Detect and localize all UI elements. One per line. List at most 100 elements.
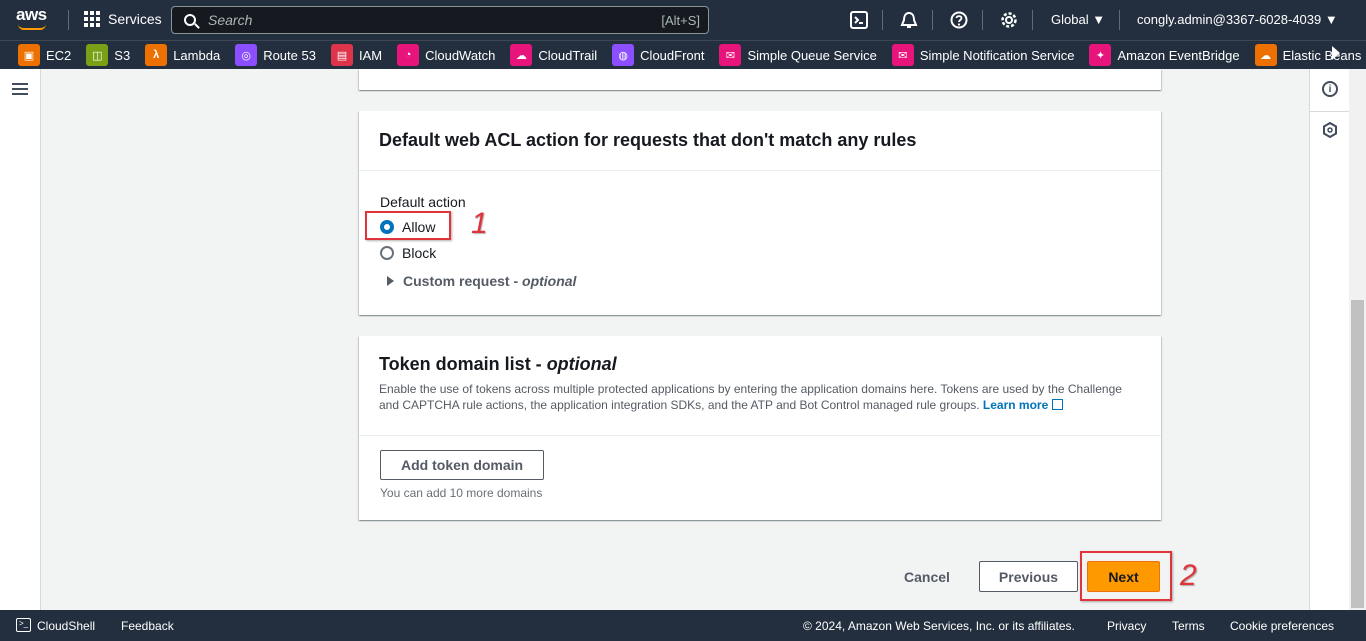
aws-smile-icon [18,24,46,30]
nav-divider [982,10,983,30]
cookie-preferences-link[interactable]: Cookie preferences [1230,619,1334,633]
caret-right-icon [387,276,394,286]
account-menu[interactable]: congly.admin@3367-6028-4039 ▼ [1137,12,1338,27]
terms-link[interactable]: Terms [1172,619,1205,633]
annotation-number-1: 1 [471,207,488,240]
service-icon: ▤ [330,44,353,66]
panel-header: Default web ACL action for requests that… [359,111,1161,171]
right-rail: i [1309,69,1350,610]
favorite-label: S3 [114,47,131,63]
annotation-box-next [1080,551,1172,601]
cloudshell-link[interactable]: CloudShell [37,619,95,633]
annotation-box-allow [365,211,451,240]
favorite-cloudfront[interactable]: ◍ CloudFront [612,44,704,66]
favorite-s3[interactable]: ◫ S3 [86,44,130,66]
aws-logo[interactable]: aws [16,6,52,34]
search-shortcut-hint: [Alt+S] [661,12,700,28]
services-menu-button[interactable]: Services [84,11,162,27]
service-icon: ☁ [510,44,533,66]
annotation-number-2: 2 [1180,559,1197,592]
expander-optional: optional [522,273,577,289]
favorite-label: Simple Queue Service [747,47,877,63]
gear-icon[interactable] [1000,11,1018,29]
aws-logo-text: aws [16,5,47,24]
token-domain-panel: Token domain list - optional Enable the … [359,336,1161,520]
learn-more-link[interactable]: Learn more [983,398,1064,412]
favorite-iam[interactable]: ▤ IAM [330,44,383,66]
panel-header: Token domain list - optional Enable the … [359,336,1161,436]
cancel-button[interactable]: Cancel [891,561,963,592]
favorite-cloudtrail[interactable]: ☁ CloudTrail [510,44,597,66]
favorite-label: CloudWatch [425,47,496,63]
service-icon: ✉ [891,44,914,66]
service-icon: ☁ [1254,44,1277,66]
favorite-route-53[interactable]: ◎ Route 53 [235,44,316,66]
panel-description: Enable the use of tokens across multiple… [379,382,1122,412]
chevron-right-icon[interactable] [1332,46,1340,60]
service-icon: ◍ [612,44,635,66]
favorite-label: CloudTrail [538,47,598,63]
favorite-label: Lambda [173,47,221,63]
search-bar[interactable]: [Alt+S] [171,6,709,34]
region-selector[interactable]: Global ▼ [1051,12,1105,27]
help-icon[interactable] [950,11,968,29]
info-icon[interactable]: i [1322,81,1338,97]
token-constraint-text: You can add 10 more domains [380,486,543,500]
previous-button[interactable]: Previous [979,561,1078,592]
service-icon: ◎ [235,44,258,66]
hexagon-icon[interactable] [1322,122,1338,138]
service-icon: ▣ [18,44,40,66]
service-icon: ◫ [86,44,109,66]
add-token-domain-button[interactable]: Add token domain [380,450,545,480]
services-label: Services [108,11,162,27]
nav-divider [1032,10,1033,30]
scrollbar-thumb[interactable] [1351,300,1364,608]
grid-icon [84,11,100,27]
favorite-cloudwatch[interactable]: ◔ CloudWatch [397,44,495,66]
privacy-link[interactable]: Privacy [1107,619,1146,633]
left-rail [0,69,41,610]
rail-divider [1310,111,1350,112]
service-icon: ◔ [397,44,420,66]
favorite-lambda[interactable]: λ Lambda [145,44,220,66]
service-icon: ✦ [1089,44,1112,66]
panel-title: Default web ACL action for requests that… [379,130,917,150]
expander-label: Custom request - [403,273,523,289]
favorite-label: IAM [358,47,383,63]
default-action-label: Default action [380,194,466,210]
menu-icon[interactable] [12,83,28,95]
favorite-label: EC2 [46,47,72,63]
radio-block[interactable]: Block [380,245,436,261]
favorite-label: Route 53 [263,47,316,63]
radio-block-button[interactable] [380,246,394,260]
favorite-label: CloudFront [640,47,705,63]
search-icon [184,14,196,26]
favorite-ec2[interactable]: ▣ EC2 [18,44,71,66]
cloudshell-icon[interactable]: >_ [16,618,31,632]
previous-panel [359,69,1161,90]
top-navigation: aws Services [Alt+S] Global ▼ congly.adm… [0,0,1366,40]
external-link-icon [1052,399,1064,410]
panel-title: Token domain list - optional [379,354,617,374]
nav-divider [68,10,69,30]
nav-divider [932,10,933,30]
search-input[interactable] [208,12,662,28]
radio-block-label: Block [402,245,437,261]
favorite-label: Amazon EventBridge [1117,47,1240,63]
favorite-simple-notification-service[interactable]: ✉ Simple Notification Service [891,44,1074,66]
favorite-elastic-beans[interactable]: ☁ Elastic Beans [1254,44,1362,66]
bottom-bar: >_ CloudShell Feedback © 2024, Amazon We… [0,610,1366,641]
nav-divider [882,10,883,30]
cloudshell-icon[interactable] [850,11,868,29]
bell-icon[interactable] [900,11,918,29]
favorite-simple-queue-service[interactable]: ✉ Simple Queue Service [719,44,877,66]
favorite-label: Elastic Beans [1282,47,1362,63]
favorites-bar: ▣ EC2 ◫ S3 λ Lambda ◎ Route 53 ▤ IAM ◔ CloudWatch ☁ C… [0,40,1366,69]
favorite-amazon-eventbridge[interactable]: ✦ Amazon EventBridge [1089,44,1240,66]
service-icon: ✉ [719,44,742,66]
nav-divider [1119,10,1120,30]
custom-request-expander[interactable]: Custom request - optional [387,273,576,289]
copyright-text: © 2024, Amazon Web Services, Inc. or its… [803,619,1075,633]
service-icon: λ [145,44,168,66]
feedback-link[interactable]: Feedback [121,619,174,633]
